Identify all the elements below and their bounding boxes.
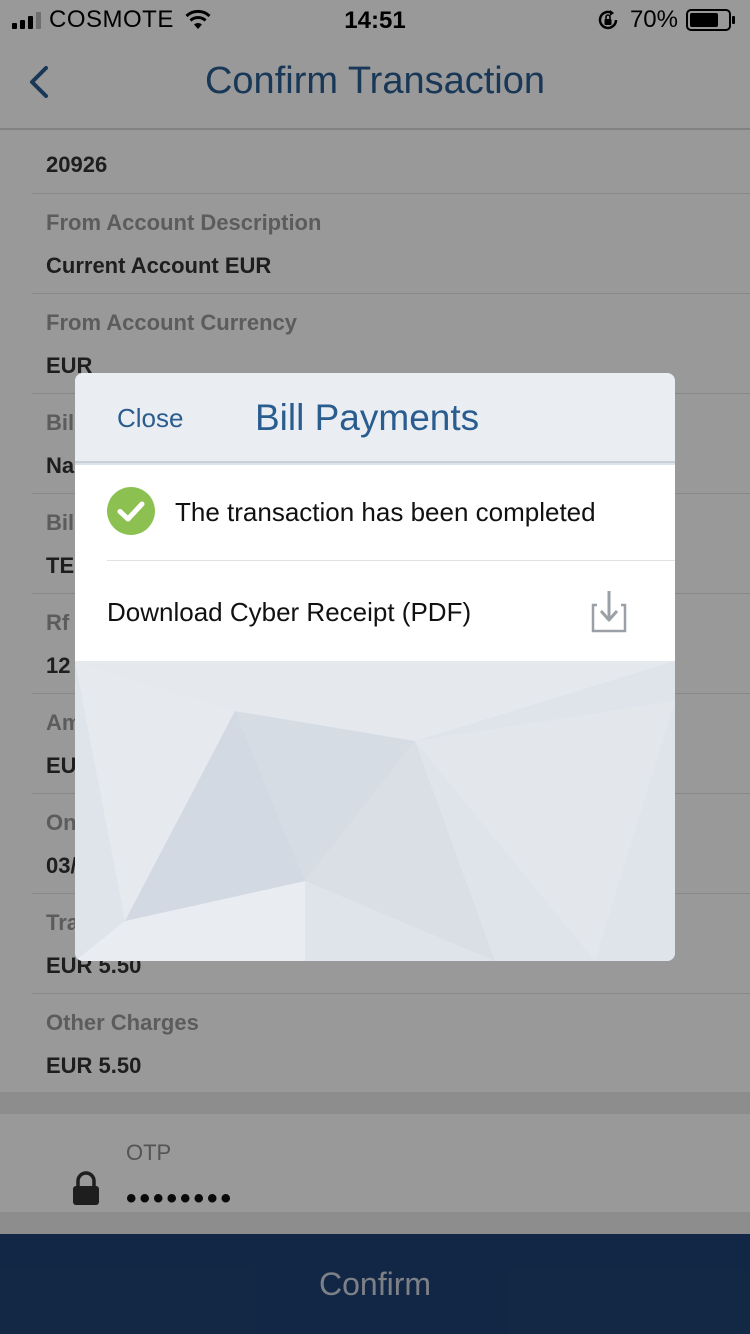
download-receipt-label[interactable]: Download Cyber Receipt (PDF) [107, 597, 471, 628]
dialog-header: Close Bill Payments [75, 373, 675, 463]
dialog-title: Bill Payments [255, 397, 480, 438]
transaction-status-row: The transaction has been completed [75, 465, 675, 561]
download-icon[interactable] [591, 589, 627, 633]
download-receipt-row[interactable]: Download Cyber Receipt (PDF) [75, 561, 675, 661]
decorative-background [75, 661, 675, 961]
close-button[interactable]: Close [117, 403, 183, 434]
status-message: The transaction has been completed [175, 497, 596, 527]
check-circle-icon [107, 487, 155, 535]
bill-payments-dialog: Close Bill Payments The transaction has … [75, 373, 675, 961]
